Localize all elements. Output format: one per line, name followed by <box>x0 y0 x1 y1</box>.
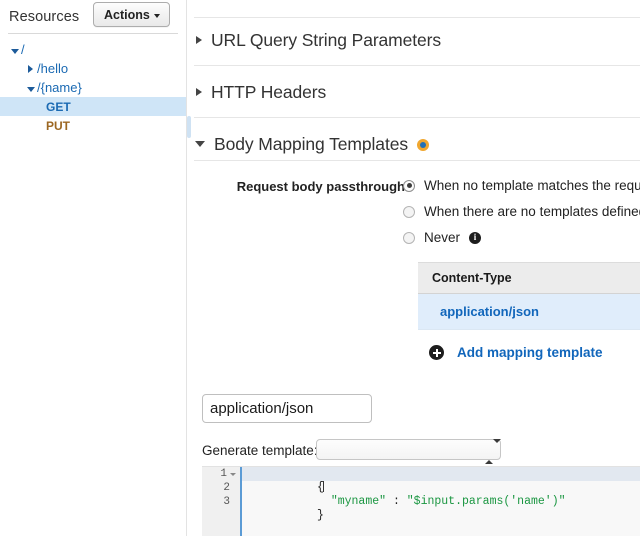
divider <box>194 65 640 66</box>
content-type-input[interactable] <box>202 394 372 423</box>
caret-down-icon <box>154 14 160 18</box>
sidebar-header: Resources Actions <box>0 0 186 34</box>
status-dot-icon <box>417 139 429 151</box>
pane-splitter[interactable] <box>186 0 194 536</box>
editor-gutter: 1 2 3 <box>202 467 242 536</box>
radio-option-when-no-templates-defined[interactable]: When there are no templates defined (re <box>403 204 640 219</box>
radio-option-when-no-template-matches[interactable]: When no template matches the request <box>403 178 640 193</box>
divider <box>194 117 640 118</box>
triangle-down-icon[interactable] <box>24 80 37 95</box>
radio-option-never[interactable]: Never i <box>403 230 481 245</box>
triangle-down-icon[interactable] <box>8 42 21 57</box>
gutter-line-number[interactable]: 2 <box>202 481 240 495</box>
table-column-header-content-type: Content-Type <box>418 262 640 294</box>
triangle-down-icon <box>195 141 205 147</box>
divider <box>194 160 640 161</box>
actions-button[interactable]: Actions <box>93 2 170 27</box>
section-header-body-mapping-templates[interactable]: Body Mapping Templates <box>194 131 429 157</box>
triangle-right-icon <box>196 88 202 96</box>
triangle-right-icon <box>196 36 202 44</box>
tree-item-label: /{name} <box>37 80 82 95</box>
radio-label: Never <box>424 230 460 245</box>
section-title: URL Query String Parameters <box>211 30 441 51</box>
actions-button-label: Actions <box>104 8 150 22</box>
generate-template-select[interactable] <box>316 439 501 460</box>
tree-item-method-put[interactable]: PUT <box>0 116 186 135</box>
resources-sidebar: Resources Actions / /hello /{name} GET <box>0 0 186 536</box>
content-type-table: Content-Type application/json <box>418 262 640 330</box>
section-header-http-headers[interactable]: HTTP Headers <box>194 79 326 105</box>
code-token: : <box>386 495 407 508</box>
tree-item-method-get[interactable]: GET <box>0 97 186 116</box>
table-row[interactable]: application/json <box>418 294 640 330</box>
divider <box>194 17 640 18</box>
api-gateway-method-request-screen: Resources Actions / /hello /{name} GET <box>0 0 640 536</box>
method-execution-panel: URL Query String Parameters HTTP Headers… <box>194 0 640 536</box>
passthrough-label: Request body passthrough <box>194 179 405 194</box>
mapping-template-code-editor[interactable]: 1 2 3 { "myname" : "$input.params('nam <box>202 466 640 536</box>
tree-item-label: GET <box>46 100 71 114</box>
code-line: { <box>248 467 640 481</box>
tree-item-label: PUT <box>46 119 70 133</box>
section-header-url-query-string-parameters[interactable]: URL Query String Parameters <box>194 27 441 53</box>
section-title: Body Mapping Templates <box>214 134 408 155</box>
gutter-line-number[interactable]: 1 <box>202 467 240 481</box>
radio-button[interactable] <box>403 180 415 192</box>
tree-item-root[interactable]: / <box>0 40 186 59</box>
add-mapping-template-label: Add mapping template <box>457 345 603 360</box>
line-number: 1 <box>220 467 227 481</box>
code-token <box>317 495 331 508</box>
select-stepper-icon <box>485 443 493 458</box>
info-icon[interactable]: i <box>469 232 481 244</box>
gutter-line-number[interactable]: 3 <box>202 495 240 509</box>
generate-template-label: Generate template: <box>202 443 318 458</box>
tree-item-label: / <box>21 42 25 57</box>
section-title: HTTP Headers <box>211 82 326 103</box>
page-title: Resources <box>9 9 79 25</box>
fold-caret-icon[interactable] <box>230 473 236 476</box>
line-number: 2 <box>223 481 230 495</box>
code-token: } <box>317 509 324 522</box>
radio-label: When there are no templates defined (re <box>424 204 640 219</box>
plus-circle-icon <box>429 345 444 360</box>
triangle-right-icon[interactable] <box>24 61 37 76</box>
add-mapping-template-button[interactable]: Add mapping template <box>429 345 603 360</box>
splitter-thumb[interactable] <box>187 116 191 138</box>
radio-button[interactable] <box>403 232 415 244</box>
tree-item-label: /hello <box>37 61 68 76</box>
editor-code-lines[interactable]: { "myname" : "$input.params('name')" } <box>248 467 640 509</box>
text-caret <box>323 481 324 492</box>
radio-label: When no template matches the request <box>424 178 640 193</box>
line-number: 3 <box>223 495 230 509</box>
tree-item-hello[interactable]: /hello <box>0 59 186 78</box>
resources-tree: / /hello /{name} GET PUT <box>0 40 186 135</box>
sidebar-divider <box>8 33 178 34</box>
code-token: "myname" <box>331 495 386 508</box>
code-token: "$input.params('name')" <box>407 495 566 508</box>
radio-button[interactable] <box>403 206 415 218</box>
tree-item-name[interactable]: /{name} <box>0 78 186 97</box>
